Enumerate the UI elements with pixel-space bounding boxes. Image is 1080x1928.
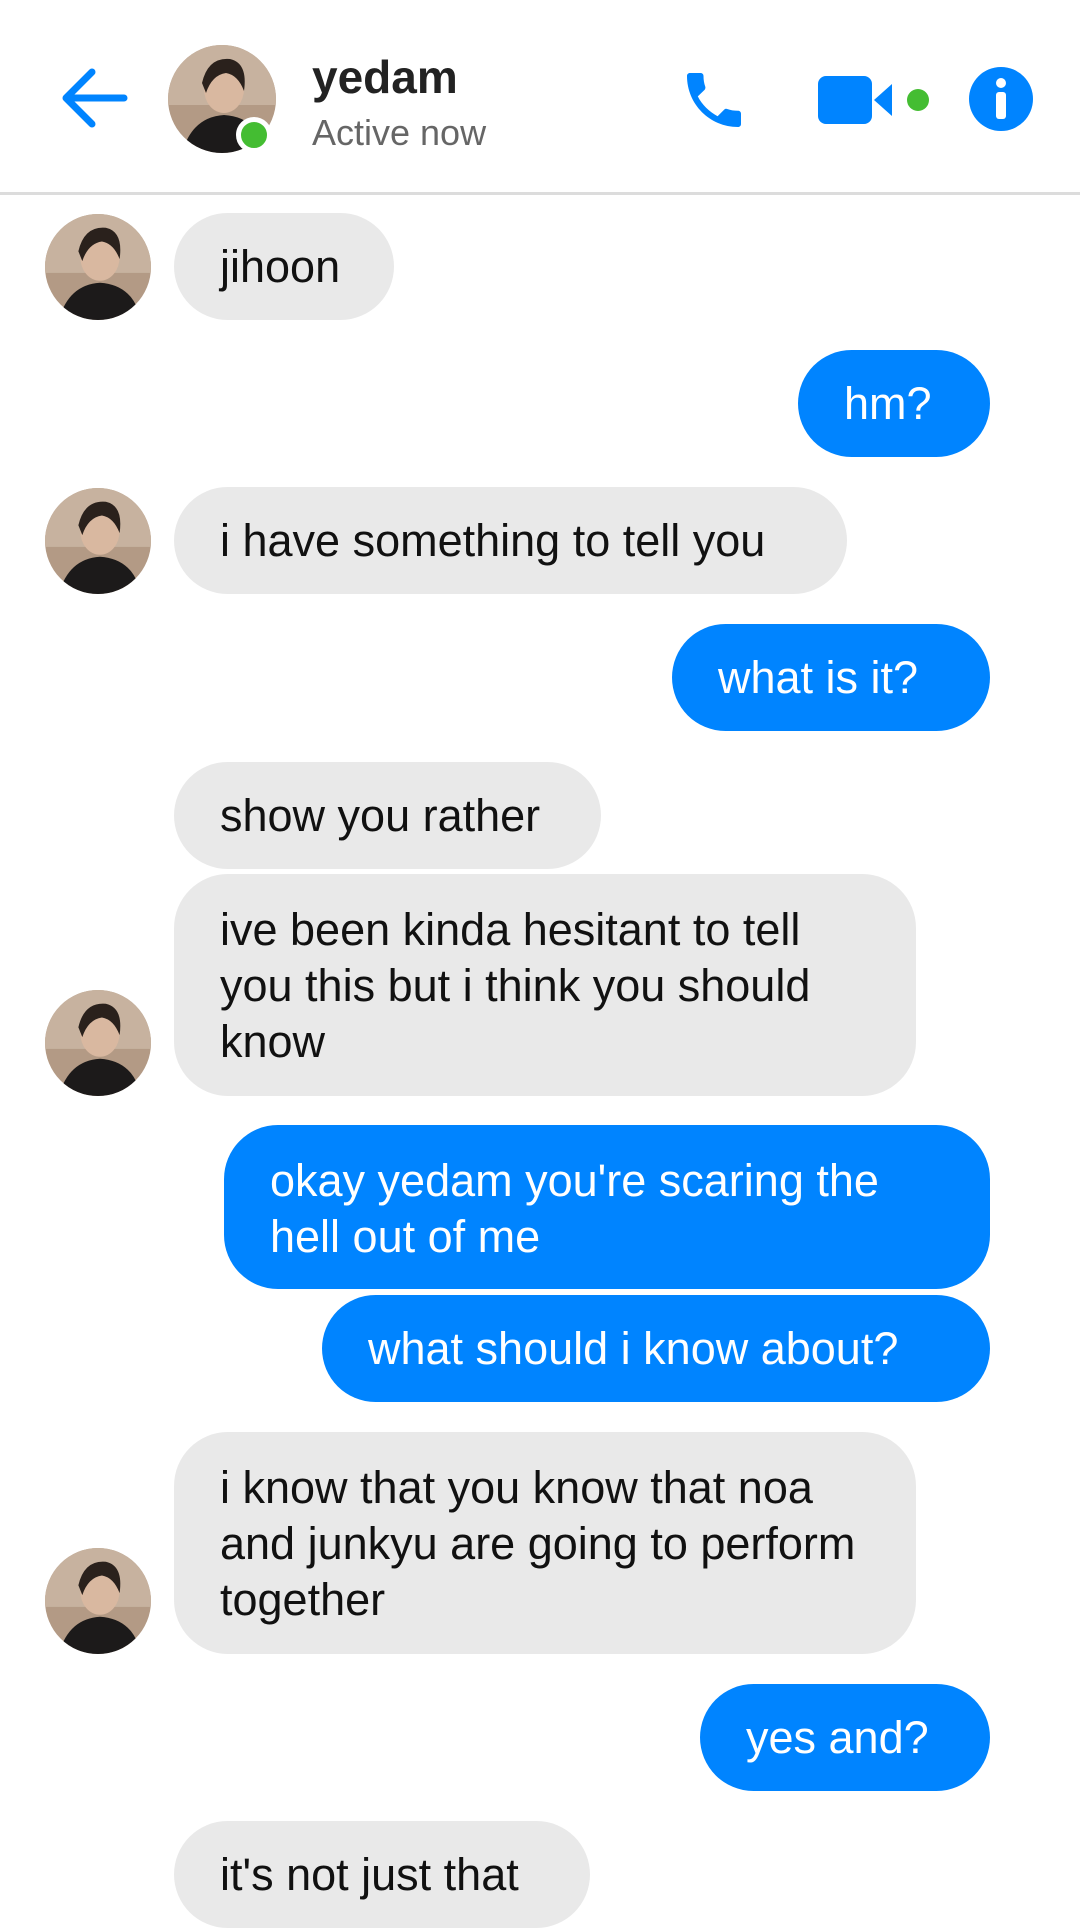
incoming-message[interactable]: i have something to tell you [174,487,847,594]
contact-avatar-small[interactable] [45,1548,151,1654]
outgoing-message[interactable]: hm? [798,350,990,457]
outgoing-message[interactable]: what is it? [672,624,990,731]
active-status: Active now [312,112,487,153]
incoming-message[interactable]: ive been kinda hesitant to tell you this… [174,874,916,1096]
contact-avatar-small[interactable] [45,990,151,1096]
back-arrow-icon[interactable] [58,66,128,130]
incoming-message[interactable]: show you rather [174,762,601,869]
online-status-dot [236,117,272,153]
phone-icon[interactable] [678,64,750,136]
contact-avatar-small[interactable] [45,488,151,594]
incoming-message[interactable]: jihoon [174,213,394,320]
outgoing-message[interactable]: what should i know about? [322,1295,990,1402]
chat-header: yedam Active now [0,0,1080,195]
video-camera-icon[interactable] [818,70,934,130]
incoming-message[interactable]: i know that you know that noa and junkyu… [174,1432,916,1654]
contact-avatar-small[interactable] [45,214,151,320]
outgoing-message[interactable]: yes and? [700,1684,990,1791]
incoming-message[interactable]: it's not just that [174,1821,590,1928]
contact-name[interactable]: yedam [312,50,458,104]
outgoing-message[interactable]: okay yedam you're scaring the hell out o… [224,1125,990,1289]
info-icon[interactable] [968,66,1034,132]
